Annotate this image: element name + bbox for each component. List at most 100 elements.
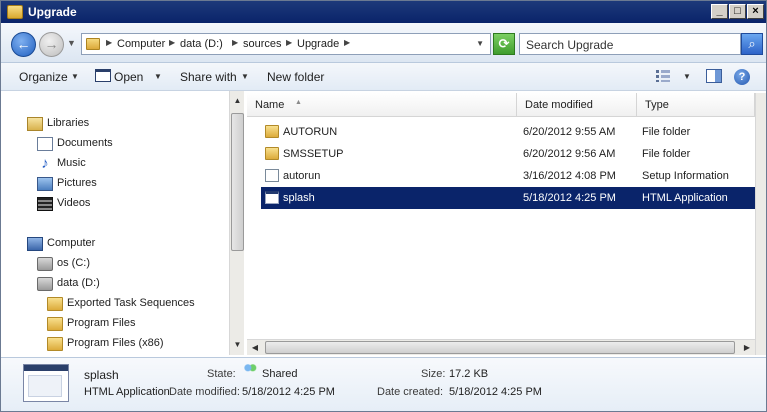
forward-button[interactable]: → bbox=[39, 32, 64, 57]
file-type: Setup Information bbox=[642, 170, 729, 182]
breadcrumb-data-d[interactable]: data (D:) bbox=[180, 38, 223, 50]
shared-users-icon bbox=[243, 363, 257, 375]
sort-ascending-icon: ▲ bbox=[295, 99, 302, 106]
nav-item-pictures[interactable]: Pictures bbox=[57, 177, 97, 189]
file-date-modified: 6/20/2012 9:56 AM bbox=[523, 148, 616, 160]
file-row-autorun-inf[interactable]: autorun 3/16/2012 4:08 PM Setup Informat… bbox=[261, 165, 765, 187]
breadcrumb-upgrade[interactable]: Upgrade bbox=[297, 38, 339, 50]
nav-item-exported-task-sequences[interactable]: Exported Task Sequences bbox=[67, 297, 195, 309]
file-name: SMSSETUP bbox=[283, 148, 344, 160]
file-type: HTML Application bbox=[642, 192, 728, 204]
refresh-button[interactable]: ⟳ bbox=[493, 33, 515, 55]
column-header-row: Name ▲ Date modified Type bbox=[247, 93, 755, 117]
file-list: AUTORUN 6/20/2012 9:55 AM File folder SM… bbox=[247, 119, 765, 355]
file-type: File folder bbox=[642, 126, 691, 138]
file-name: AUTORUN bbox=[283, 126, 338, 138]
file-list-horizontal-scrollbar[interactable]: ◀ ▶ bbox=[247, 339, 755, 355]
nav-item-program-files-x86[interactable]: Program Files (x86) bbox=[67, 337, 164, 349]
scroll-up-arrow-icon[interactable]: ▲ bbox=[230, 93, 245, 109]
nav-item-videos[interactable]: Videos bbox=[57, 197, 90, 209]
nav-item-data-d[interactable]: data (D:) bbox=[57, 277, 100, 289]
details-date-modified-value: 5/18/2012 4:25 PM bbox=[242, 386, 335, 398]
search-input[interactable]: Search Upgrade bbox=[519, 33, 741, 55]
scrollbar-thumb[interactable] bbox=[231, 113, 244, 251]
scroll-down-arrow-icon[interactable]: ▼ bbox=[230, 337, 245, 353]
chevron-down-icon[interactable]: ▼ bbox=[683, 72, 691, 81]
search-icon[interactable]: ⌕ bbox=[741, 33, 763, 55]
details-state-label: State: bbox=[207, 368, 236, 380]
thumbnail-titlebar bbox=[24, 365, 68, 371]
folder-icon bbox=[265, 125, 279, 138]
column-header-name-label: Name bbox=[255, 99, 285, 111]
recent-pages-dropdown[interactable]: ▼ bbox=[67, 38, 76, 48]
breadcrumb-computer[interactable]: Computer bbox=[117, 38, 165, 50]
chevron-down-icon[interactable]: ▼ bbox=[241, 72, 249, 81]
window-title: Upgrade bbox=[28, 5, 77, 19]
chevron-right-icon[interactable]: ▶ bbox=[286, 38, 292, 47]
nav-item-os-c[interactable]: os (C:) bbox=[57, 257, 90, 269]
thumbnail-body bbox=[28, 375, 62, 397]
file-list-vertical-scrollbar[interactable] bbox=[755, 93, 766, 355]
chevron-right-icon[interactable]: ▶ bbox=[106, 38, 112, 47]
file-name: autorun bbox=[283, 170, 321, 182]
organize-button[interactable]: Organize bbox=[19, 70, 68, 84]
folder-icon bbox=[7, 5, 23, 19]
nav-item-libraries[interactable]: Libraries bbox=[47, 117, 89, 129]
breadcrumb-sources[interactable]: sources bbox=[243, 38, 282, 50]
details-date-created-label: Date created: bbox=[377, 386, 444, 398]
explorer-window: Upgrade _ □ × ← → ▼ ▶ Computer ▶ data (D… bbox=[0, 0, 767, 412]
nav-item-documents[interactable]: Documents bbox=[57, 137, 113, 149]
address-bar-area: ← → ▼ ▶ Computer ▶ data (D:) ▶ sources ▶… bbox=[1, 23, 766, 63]
share-with-button[interactable]: Share with bbox=[180, 70, 237, 84]
file-row-autorun-folder[interactable]: AUTORUN 6/20/2012 9:55 AM File folder bbox=[261, 121, 765, 143]
chevron-right-icon[interactable]: ▶ bbox=[232, 38, 238, 47]
folder-icon bbox=[47, 317, 63, 331]
chevron-down-icon[interactable]: ▼ bbox=[71, 72, 79, 81]
computer-icon bbox=[27, 237, 43, 251]
column-header-type[interactable]: Type bbox=[637, 93, 755, 117]
scrollbar-thumb[interactable] bbox=[265, 341, 735, 354]
scroll-left-arrow-icon[interactable]: ◀ bbox=[247, 340, 263, 356]
folder-icon bbox=[47, 297, 63, 311]
column-header-date-modified[interactable]: Date modified bbox=[517, 93, 637, 117]
chevron-down-icon[interactable]: ▼ bbox=[476, 39, 484, 48]
column-header-name[interactable]: Name bbox=[247, 93, 517, 117]
file-thumbnail-icon bbox=[23, 364, 69, 402]
maximize-button[interactable]: □ bbox=[729, 4, 746, 19]
setup-info-icon bbox=[265, 169, 279, 182]
chevron-right-icon[interactable]: ▶ bbox=[344, 38, 350, 47]
details-size-value: 17.2 KB bbox=[449, 368, 489, 380]
close-button[interactable]: × bbox=[747, 4, 764, 19]
preview-pane-icon[interactable] bbox=[706, 69, 722, 83]
file-date-modified: 5/18/2012 4:25 PM bbox=[523, 192, 616, 204]
nav-pane-scrollbar[interactable]: ▲ ▼ bbox=[229, 91, 244, 355]
navigation-pane: Libraries Documents ♪ Music Pictures Vid… bbox=[1, 91, 229, 355]
chevron-right-icon[interactable]: ▶ bbox=[169, 38, 175, 47]
folder-icon bbox=[86, 38, 100, 50]
file-name: splash bbox=[283, 192, 315, 204]
hta-icon bbox=[265, 191, 279, 204]
views-icon[interactable] bbox=[655, 69, 671, 83]
documents-icon bbox=[37, 137, 53, 151]
open-button[interactable]: Open bbox=[114, 70, 143, 84]
file-row-smssetup[interactable]: SMSSETUP 6/20/2012 9:56 AM File folder bbox=[261, 143, 765, 165]
system-drive-icon bbox=[37, 257, 53, 271]
file-row-splash[interactable]: splash 5/18/2012 4:25 PM HTML Applicatio… bbox=[261, 187, 765, 209]
folder-icon bbox=[265, 147, 279, 160]
back-button[interactable]: ← bbox=[11, 32, 36, 57]
breadcrumb[interactable]: ▶ Computer ▶ data (D:) ▶ sources ▶ Upgra… bbox=[81, 33, 491, 55]
drive-icon bbox=[37, 277, 53, 291]
nav-item-music[interactable]: Music bbox=[57, 157, 86, 169]
scroll-right-arrow-icon[interactable]: ▶ bbox=[739, 340, 755, 356]
command-bar: Organize ▼ Open ▼ Share with ▼ New folde… bbox=[1, 63, 766, 91]
minimize-button[interactable]: _ bbox=[711, 4, 728, 19]
details-file-type: HTML Application bbox=[84, 386, 170, 398]
details-date-created-value: 5/18/2012 4:25 PM bbox=[449, 386, 542, 398]
title-bar[interactable]: Upgrade _ □ × bbox=[1, 1, 766, 23]
new-folder-button[interactable]: New folder bbox=[267, 70, 324, 84]
help-icon[interactable]: ? bbox=[734, 69, 750, 85]
nav-item-program-files[interactable]: Program Files bbox=[67, 317, 135, 329]
nav-item-computer[interactable]: Computer bbox=[47, 237, 95, 249]
chevron-down-icon[interactable]: ▼ bbox=[154, 72, 162, 81]
file-date-modified: 6/20/2012 9:55 AM bbox=[523, 126, 616, 138]
